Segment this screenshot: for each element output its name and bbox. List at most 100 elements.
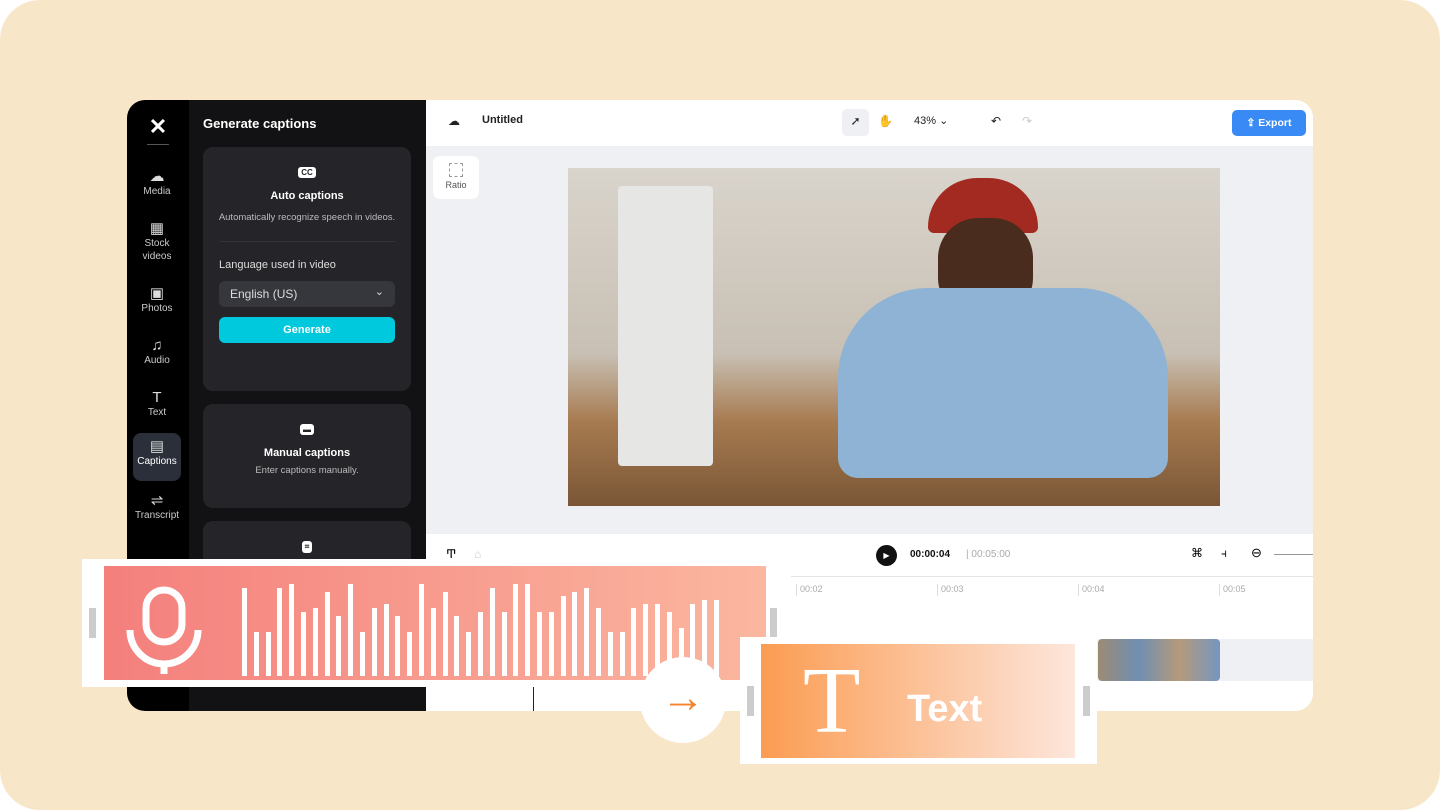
- project-title[interactable]: Untitled: [482, 114, 523, 126]
- sidebar-item-transcript[interactable]: ⇌ Transcript: [133, 490, 181, 526]
- waveform-bar: [714, 600, 719, 676]
- waveform-bar: [584, 588, 590, 676]
- label: Audio: [144, 355, 170, 366]
- generate-button[interactable]: Generate: [219, 317, 395, 343]
- waveform-bar: [548, 612, 554, 676]
- waveform-bar: [489, 588, 495, 676]
- label: Captions: [137, 456, 177, 467]
- waveform-bar: [560, 596, 566, 676]
- waveform-bar: [442, 592, 448, 676]
- cc-icon: CC: [298, 167, 316, 178]
- waveform-bar: [348, 584, 354, 676]
- text-clip-overlay: T Text: [740, 637, 1097, 764]
- waveform-bar: [478, 612, 483, 676]
- waveform-bar: [371, 608, 377, 676]
- ratio-label: Ratio: [445, 180, 467, 190]
- manual-captions-card[interactable]: ▬ Manual captions Enter captions manuall…: [203, 404, 411, 508]
- undo-icon[interactable]: ↶: [991, 114, 1001, 128]
- arrow-right-icon: →: [640, 657, 726, 743]
- card-description: Enter captions manually.: [255, 465, 359, 476]
- video-clip[interactable]: [1098, 639, 1220, 681]
- select-tool-icon[interactable]: ➚: [842, 109, 869, 136]
- waveform-bar: [289, 584, 295, 676]
- zoom-slider[interactable]: [1274, 554, 1313, 555]
- zoom-value: 43%: [914, 115, 937, 127]
- select-value: English (US): [230, 287, 298, 301]
- total-time: | 00:05:00: [966, 549, 1011, 560]
- label: Text: [147, 407, 167, 418]
- capcut-logo-icon: ✕: [148, 114, 168, 139]
- waveform-bar: [312, 608, 318, 676]
- auto-captions-card: CC Auto captions Automatically recognize…: [203, 147, 411, 391]
- video-preview[interactable]: [568, 168, 1220, 506]
- upload-icon: ⇪: [1246, 117, 1259, 129]
- clip-handle-left[interactable]: [747, 686, 754, 716]
- snap-icon[interactable]: ⌘: [1191, 546, 1203, 560]
- sweater-shape: [838, 288, 1168, 478]
- label: Media: [143, 186, 171, 197]
- ratio-icon: [449, 163, 463, 177]
- play-button[interactable]: ▶: [876, 545, 897, 566]
- waveform-bar: [419, 584, 424, 676]
- scan-icon: ⌗: [301, 541, 313, 553]
- waveform-bar: [336, 616, 342, 676]
- waveform-bar: [631, 608, 637, 676]
- language-select[interactable]: English (US) ⌄: [219, 281, 395, 307]
- card-description: Automatically recognize speech in videos…: [218, 212, 396, 223]
- tick-label: 00:03: [937, 584, 964, 596]
- card-title: Auto captions: [270, 190, 344, 202]
- text-icon: T: [803, 649, 861, 753]
- sidebar-item-photos[interactable]: ▣ Photos: [133, 283, 181, 319]
- sidebar-item-audio[interactable]: ♫ Audio: [133, 335, 181, 371]
- tick-label: 00:05: [1219, 584, 1246, 596]
- waveform-bar: [395, 616, 401, 676]
- zoom-select[interactable]: 43% ⌄: [914, 114, 948, 127]
- clip-handle-left[interactable]: [89, 608, 96, 638]
- label: Photos: [141, 303, 173, 314]
- waveform-bar: [619, 632, 625, 676]
- sidebar-item-text[interactable]: T Text: [133, 387, 181, 423]
- cloud-icon[interactable]: ☁: [448, 114, 460, 128]
- sidebar-item-captions[interactable]: ▤ Captions: [133, 433, 181, 481]
- image-icon: ▣: [149, 285, 165, 302]
- playhead[interactable]: [533, 687, 534, 711]
- divider: [147, 144, 169, 145]
- topbar: ☁ Untitled ➚ ✋ 43% ⌄ ↶ ↷ ⇪ Export: [426, 100, 1313, 146]
- ruler: [791, 576, 1313, 577]
- language-label: Language used in video: [219, 259, 336, 271]
- waveform-bar: [265, 632, 271, 676]
- panel-title: Generate captions: [203, 116, 317, 131]
- microphone-icon: [126, 586, 202, 674]
- ratio-button[interactable]: Ratio: [433, 156, 479, 199]
- redo-icon[interactable]: ↷: [1022, 114, 1032, 128]
- text-icon: T: [152, 389, 162, 406]
- waveform-bar: [242, 588, 247, 676]
- transcript-icon: ⇌: [150, 492, 164, 509]
- waveform-bar: [360, 632, 365, 676]
- card-title: Manual captions: [263, 447, 351, 459]
- waveform-bar: [383, 604, 389, 676]
- clip-handle-right[interactable]: [770, 608, 777, 638]
- export-button[interactable]: ⇪ Export: [1232, 110, 1306, 136]
- text-clip: T Text: [761, 644, 1075, 758]
- zoom-out-icon[interactable]: ⊖: [1251, 545, 1262, 561]
- waveform-bar: [501, 612, 507, 676]
- split-view-icon[interactable]: ⫞: [1221, 546, 1227, 561]
- waveform-bar: [513, 584, 519, 676]
- text-label: Text: [907, 688, 983, 730]
- hand-tool-icon[interactable]: ✋: [878, 114, 893, 128]
- waveform-bar: [277, 588, 283, 676]
- cloud-upload-icon: ☁: [149, 168, 165, 185]
- sidebar-item-stock-videos[interactable]: ▦ Stock videos: [133, 218, 181, 267]
- label: Stock videos: [142, 238, 172, 262]
- waveform-bar: [596, 608, 601, 676]
- sidebar-item-media[interactable]: ☁ Media: [133, 166, 181, 202]
- label: Transcript: [134, 510, 180, 521]
- clip-handle-right[interactable]: [1083, 686, 1090, 716]
- waveform-bar: [253, 632, 259, 676]
- waveform-bar: [525, 584, 531, 676]
- current-time: 00:00:04: [910, 549, 951, 560]
- divider: [219, 241, 395, 242]
- waveform-bar: [454, 616, 460, 676]
- tick-label: 00:04: [1078, 584, 1105, 596]
